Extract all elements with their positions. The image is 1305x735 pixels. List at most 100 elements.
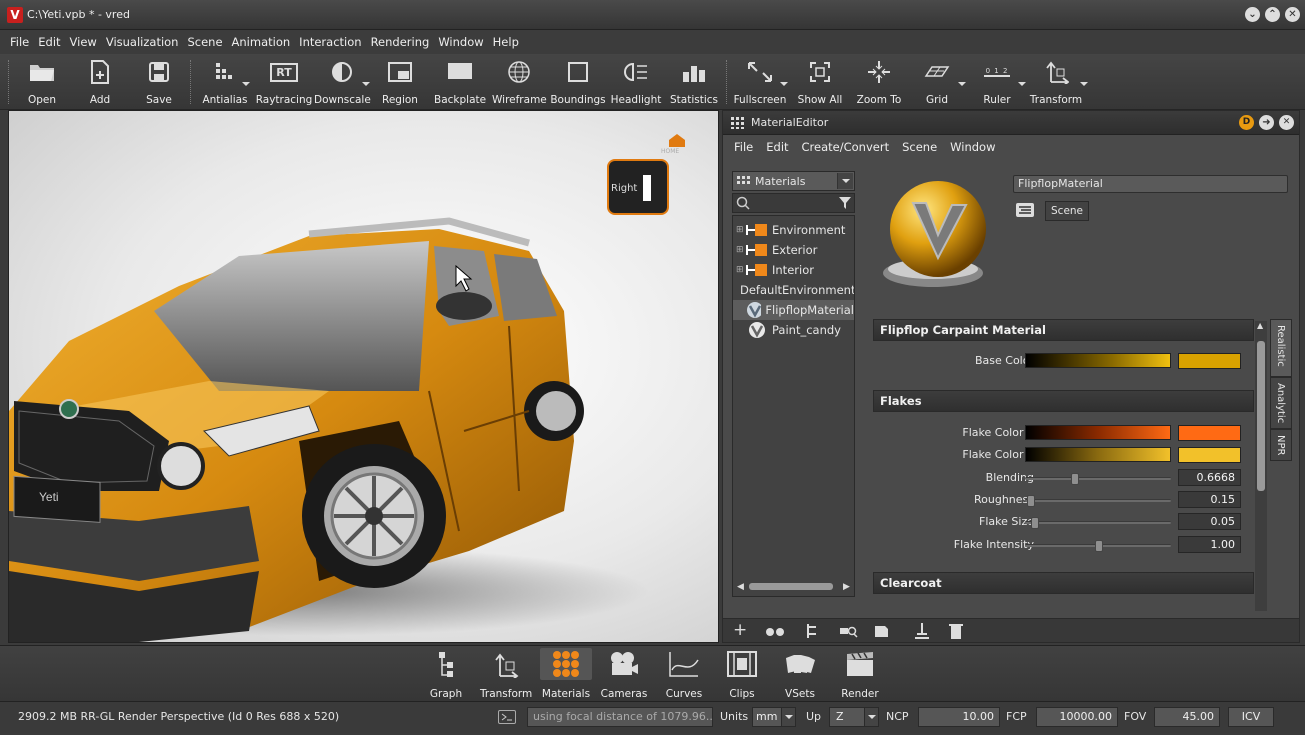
scene-button[interactable]: Scene [1045, 201, 1090, 221]
tab-realistic[interactable]: Realistic [1270, 319, 1292, 377]
roughness-value[interactable]: 0.15 [1178, 491, 1241, 508]
headlight-button[interactable]: Headlight [610, 58, 662, 108]
downscale-dropdown-arrow[interactable] [362, 82, 370, 86]
slider-knob[interactable] [1027, 495, 1035, 507]
statistics-button[interactable]: Statistics [668, 58, 720, 108]
dock-d-button[interactable]: D [1239, 115, 1254, 130]
section-header-flipflop-carpaint[interactable]: Flipflop Carpaint Material [873, 319, 1254, 341]
slider-knob[interactable] [1095, 540, 1103, 552]
panel-close-button[interactable]: ✕ [1279, 115, 1294, 130]
blending-value[interactable]: 0.6668 [1178, 469, 1241, 486]
me-menu-create-convert[interactable]: Create/Convert [802, 140, 890, 154]
raytracing-button[interactable]: RT Raytracing [254, 58, 314, 108]
flake-intensity-value[interactable]: 1.00 [1178, 536, 1241, 553]
menu-file[interactable]: File [10, 35, 29, 49]
fcp-input[interactable]: 10000.00 [1036, 707, 1118, 727]
transform-tool-button[interactable]: Transform [1028, 58, 1088, 108]
module-graph[interactable]: Graph [420, 648, 472, 700]
save-button[interactable]: Save [138, 58, 180, 108]
backplate-button[interactable]: Backplate [434, 58, 486, 108]
scroll-right-icon[interactable]: ▶ [843, 582, 850, 592]
fov-input[interactable]: 45.00 [1154, 707, 1220, 727]
tree-horizontal-scrollbar[interactable]: ◀ ▶ [737, 580, 851, 592]
flake-color-1-swatch[interactable] [1178, 425, 1241, 441]
flake-size-slider[interactable] [1025, 517, 1171, 529]
scrollbar-thumb[interactable] [1257, 341, 1265, 491]
antialias-button[interactable]: Antialias [200, 58, 250, 108]
flake-size-value[interactable]: 0.05 [1178, 513, 1241, 530]
up-axis-select[interactable]: Z [829, 707, 879, 727]
group-icon[interactable] [805, 623, 819, 639]
render-viewport[interactable]: Yeti Right HOME [8, 110, 719, 643]
module-materials[interactable]: Materials [540, 648, 592, 700]
base-color-swatch[interactable] [1178, 353, 1241, 369]
filter-icon[interactable] [839, 197, 851, 209]
blending-slider[interactable] [1025, 473, 1171, 485]
flake-intensity-slider[interactable] [1025, 540, 1171, 552]
tab-analytic[interactable]: Analytic [1270, 377, 1292, 429]
menu-help[interactable]: Help [493, 35, 519, 49]
close-button[interactable]: ✕ [1285, 7, 1300, 22]
roughness-slider[interactable] [1025, 495, 1171, 507]
material-preview-sphere[interactable] [878, 173, 988, 293]
properties-vertical-scrollbar[interactable]: ▲ [1255, 321, 1267, 611]
grid-button[interactable]: Grid [912, 58, 966, 108]
material-name-field[interactable]: FlipflopMaterial [1013, 175, 1288, 193]
slider-knob[interactable] [1071, 473, 1079, 485]
region-button[interactable]: Region [378, 58, 422, 108]
icv-button[interactable]: ICV [1228, 707, 1274, 727]
tab-npr[interactable]: NPR [1270, 429, 1292, 461]
me-menu-edit[interactable]: Edit [766, 140, 788, 154]
tree-item-exterior[interactable]: ⊞ Exterior [733, 240, 854, 260]
tag-icon[interactable] [1016, 203, 1034, 217]
minimize-button[interactable]: ⌄ [1245, 7, 1260, 22]
section-header-flakes[interactable]: Flakes [873, 390, 1254, 412]
scroll-up-icon[interactable]: ▲ [1257, 321, 1263, 330]
menu-interaction[interactable]: Interaction [299, 35, 361, 49]
menu-scene[interactable]: Scene [187, 35, 222, 49]
tree-item-default-environment[interactable]: DefaultEnvironment [733, 280, 854, 300]
units-select[interactable]: mm [752, 707, 796, 727]
fullscreen-dropdown-arrow[interactable] [780, 82, 788, 86]
show-all-button[interactable]: Show All [793, 58, 847, 108]
module-vsets[interactable]: VSets [774, 648, 826, 700]
menu-visualization[interactable]: Visualization [106, 35, 179, 49]
antialias-dropdown-arrow[interactable] [242, 82, 250, 86]
maximize-button[interactable]: ⌃ [1265, 7, 1280, 22]
scroll-left-icon[interactable]: ◀ [737, 582, 744, 592]
navigation-cube[interactable]: Right [607, 159, 671, 215]
me-menu-scene[interactable]: Scene [902, 140, 937, 154]
ncp-input[interactable]: 10.00 [918, 707, 1000, 727]
assign-icon[interactable] [913, 622, 931, 640]
wireframe-button[interactable]: Wireframe [492, 58, 547, 108]
menu-view[interactable]: View [70, 35, 97, 49]
navcube-home-icon[interactable] [668, 133, 686, 149]
duplicate-icon[interactable] [765, 627, 787, 637]
open-button[interactable]: Open [22, 58, 62, 108]
boundings-button[interactable]: Boundings [550, 58, 606, 108]
section-header-clearcoat[interactable]: Clearcoat [873, 572, 1254, 594]
module-curves[interactable]: Curves [658, 648, 710, 700]
tree-item-environment[interactable]: ⊞ Environment [733, 220, 854, 240]
module-clips[interactable]: Clips [716, 648, 768, 700]
add-button[interactable]: Add [80, 58, 120, 108]
flake-color-1-gradient[interactable] [1025, 425, 1171, 440]
slider-knob[interactable] [1031, 517, 1039, 529]
ruler-dropdown-arrow[interactable] [1018, 82, 1026, 86]
me-menu-window[interactable]: Window [950, 140, 995, 154]
add-material-icon[interactable]: + [733, 621, 747, 639]
tree-item-flipflop-material[interactable]: FlipflopMaterial [733, 300, 854, 320]
module-transform[interactable]: Transform [480, 648, 532, 700]
base-color-gradient[interactable] [1025, 353, 1171, 368]
console-icon[interactable] [498, 710, 516, 724]
module-render[interactable]: Render [834, 648, 886, 700]
downscale-button[interactable]: Downscale [314, 58, 371, 108]
trash-icon[interactable] [949, 622, 963, 640]
menu-rendering[interactable]: Rendering [371, 35, 430, 49]
apply-material-icon[interactable] [873, 623, 891, 639]
flake-color-2-gradient[interactable] [1025, 447, 1171, 462]
scrollbar-thumb[interactable] [749, 583, 833, 590]
menu-edit[interactable]: Edit [38, 35, 60, 49]
tree-item-interior[interactable]: ⊞ Interior [733, 260, 854, 280]
fullscreen-button[interactable]: Fullscreen [733, 58, 788, 108]
